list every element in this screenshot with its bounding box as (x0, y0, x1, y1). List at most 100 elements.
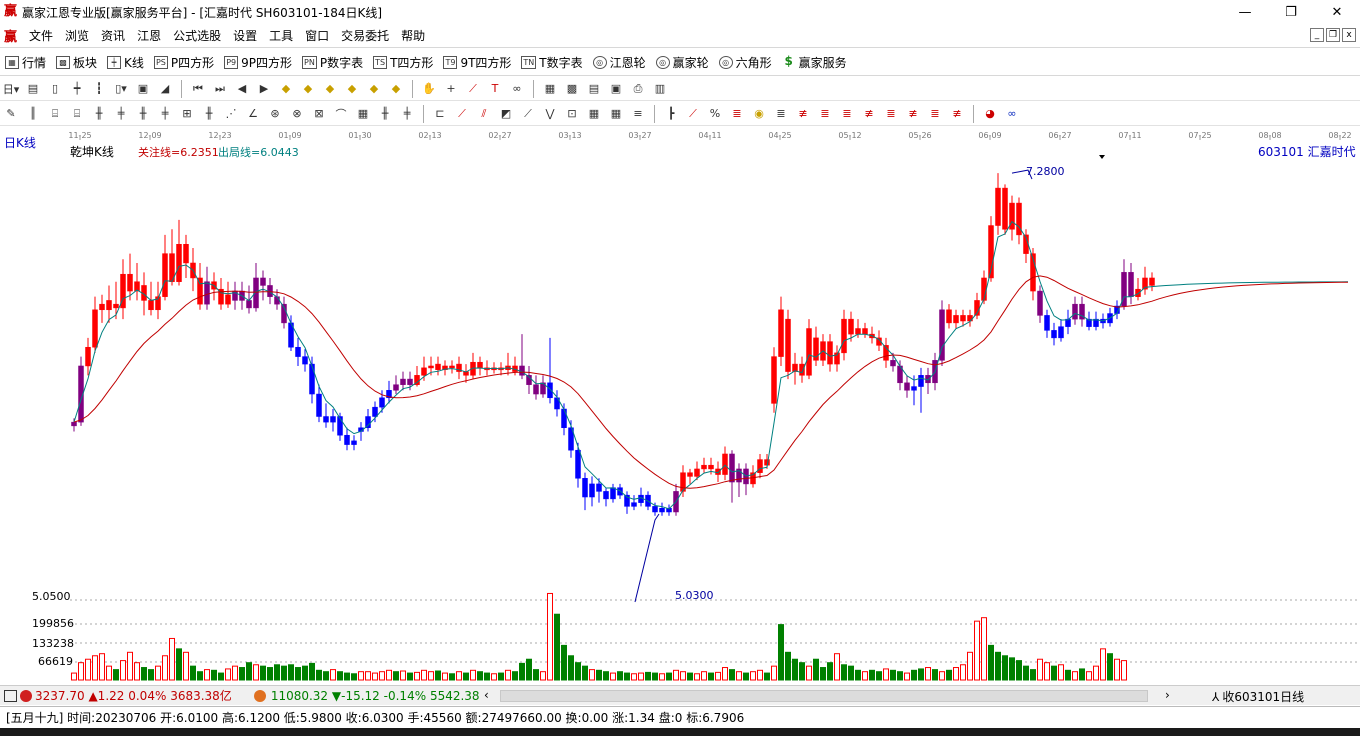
left-icon[interactable]: ◀ (233, 80, 251, 98)
circle-grid-icon[interactable]: ⊞ (178, 105, 196, 123)
calculator-icon[interactable]: ▩ (563, 80, 581, 98)
grid-tool-icon[interactable]: ▦ (354, 105, 372, 123)
menu-gann[interactable]: 江恩 (131, 27, 167, 44)
percent-line-icon[interactable]: ⟋ (684, 105, 702, 123)
stock-label[interactable]: 603101 汇嘉时代 (1258, 143, 1356, 160)
daily-line-label[interactable]: ⅄ 收603101日线 (1212, 688, 1304, 705)
menu-logo-icon[interactable]: 赢 (4, 26, 17, 45)
fan-icon[interactable]: ⊛ (266, 105, 284, 123)
right-icon[interactable]: ▶ (255, 80, 273, 98)
nav-gann-wheel[interactable]: ◎ 江恩轮 (588, 54, 651, 71)
level-icon[interactable]: ≢ (794, 105, 812, 123)
bars-icon[interactable]: ╪ (156, 105, 174, 123)
bar-icon[interactable]: ┇ (90, 80, 108, 98)
nav-quotes[interactable]: ▦ 行情 (0, 54, 51, 71)
nav-t-number[interactable]: TN T数字表 (516, 54, 587, 71)
period-select-icon[interactable]: 日▾ (2, 80, 20, 98)
fan-icon[interactable]: ⋰ (222, 105, 240, 123)
candle-select-icon[interactable]: ▯▾ (112, 80, 130, 98)
close-button[interactable]: ✕ (1314, 0, 1360, 24)
nav-p-number[interactable]: PN P数字表 (297, 54, 368, 71)
calendar-icon[interactable]: ▦ (541, 80, 559, 98)
angle-icon[interactable]: ∠ (244, 105, 262, 123)
grid-tool-icon[interactable]: ▦ (585, 105, 603, 123)
line-draw-icon[interactable]: ⟋ (464, 80, 482, 98)
pattern-icon[interactable]: ▣ (134, 80, 152, 98)
ruler-icon[interactable]: ┣ (662, 105, 680, 123)
menu-settings[interactable]: 设置 (227, 27, 263, 44)
hand-icon[interactable]: ✋ (420, 80, 438, 98)
diamond-icon[interactable]: ◆ (343, 80, 361, 98)
chart-type-icon[interactable]: ▤ (24, 80, 42, 98)
nav-9p-square[interactable]: P9 9P四方形 (219, 54, 297, 71)
bars-icon[interactable]: ╫ (134, 105, 152, 123)
level-icon[interactable]: ≢ (948, 105, 966, 123)
index-sh[interactable]: 3237.70 ▲1.22 0.04% 3683.38亿 (4, 687, 232, 704)
kline-icon[interactable]: ┿ (68, 80, 86, 98)
menu-file[interactable]: 文件 (23, 27, 59, 44)
text-icon[interactable]: T (486, 80, 504, 98)
nav-service[interactable]: $ 赢家服务 (777, 54, 852, 71)
fan-line-icon[interactable]: ⟋ (453, 105, 471, 123)
menu-formula[interactable]: 公式选股 (167, 27, 227, 44)
minimize-button[interactable]: — (1222, 0, 1268, 24)
nav-9t-square[interactable]: T9 9T四方形 (438, 54, 516, 71)
diamond-icon[interactable]: ◆ (277, 80, 295, 98)
print-icon[interactable]: ⎙ (629, 80, 647, 98)
level-icon[interactable]: ≣ (926, 105, 944, 123)
index-sz[interactable]: 11080.32 ▼-15.12 -0.14% 5542.38 (253, 689, 480, 703)
diamond-icon[interactable]: ◆ (299, 80, 317, 98)
fan-line-icon[interactable]: ⫽ (475, 105, 493, 123)
level-icon[interactable]: ≣ (772, 105, 790, 123)
menu-trade[interactable]: 交易委托 (335, 27, 395, 44)
shape-icon[interactable]: ◩ (497, 105, 515, 123)
period-label[interactable]: 日K线 (4, 134, 36, 151)
bars-icon[interactable]: ╪ (398, 105, 416, 123)
arc-icon[interactable]: ⌒ (332, 105, 350, 123)
nav-p-square[interactable]: PS P四方形 (149, 54, 219, 71)
grid-tool-icon[interactable]: ▦ (607, 105, 625, 123)
nav-sectors[interactable]: ▩ 板块 (51, 54, 102, 71)
scroll-right-button[interactable]: › (1165, 688, 1170, 702)
menu-help[interactable]: 帮助 (395, 27, 431, 44)
lines-icon[interactable]: ≡ (629, 105, 647, 123)
grid-tool-icon[interactable]: ⌸ (68, 105, 86, 123)
menu-tools[interactable]: 工具 (263, 27, 299, 44)
nav-kline[interactable]: ┿ K线 (102, 54, 149, 71)
color-wheel-icon[interactable]: ◕ (981, 105, 999, 123)
level-icon[interactable]: ≣ (882, 105, 900, 123)
pencil-icon[interactable]: ✎ (2, 105, 20, 123)
document-icon[interactable]: ▯ (46, 80, 64, 98)
bars-icon[interactable]: ╫ (376, 105, 394, 123)
mdi-restore-button[interactable]: ❐ (1326, 28, 1340, 42)
crosshair-icon[interactable]: + (442, 80, 460, 98)
diamond-icon[interactable]: ◆ (321, 80, 339, 98)
percent-icon[interactable]: % (706, 105, 724, 123)
level-icon[interactable]: ≢ (904, 105, 922, 123)
bars-icon[interactable]: ╫ (200, 105, 218, 123)
grid-tool-icon[interactable]: ⌸ (46, 105, 64, 123)
coin-icon[interactable]: ◉ (750, 105, 768, 123)
mdi-minimize-button[interactable]: _ (1310, 28, 1324, 42)
infinity-icon[interactable]: ∞ (1003, 105, 1021, 123)
chart-panel[interactable]: 11-25 12-09 12-23 01-09 01-30 02-13 02-27 03-13… (0, 128, 1360, 685)
indicator-label[interactable]: 乾坤K线 (70, 143, 114, 160)
fan-icon[interactable]: ⊗ (288, 105, 306, 123)
nav-t-square[interactable]: TS T四方形 (368, 54, 438, 71)
mdi-close-button[interactable]: x (1342, 28, 1356, 42)
maximize-button[interactable]: ❐ (1268, 0, 1314, 24)
level-icon[interactable]: ≢ (860, 105, 878, 123)
bars-icon[interactable]: ╫ (90, 105, 108, 123)
last-icon[interactable]: ⏭ (211, 80, 229, 98)
table-icon[interactable]: ▤ (585, 80, 603, 98)
level-icon[interactable]: ≣ (728, 105, 746, 123)
line-icon[interactable]: ⟋ (519, 105, 537, 123)
bracket-icon[interactable]: ⊏ (431, 105, 449, 123)
nav-winner-wheel[interactable]: ◎ 赢家轮 (651, 54, 714, 71)
square-icon[interactable]: ⊠ (310, 105, 328, 123)
export-icon[interactable]: ▥ (651, 80, 669, 98)
save-icon[interactable]: ▣ (607, 80, 625, 98)
bars-icon[interactable]: ╪ (112, 105, 130, 123)
menu-browse[interactable]: 浏览 (59, 27, 95, 44)
menu-window[interactable]: 窗口 (299, 27, 335, 44)
